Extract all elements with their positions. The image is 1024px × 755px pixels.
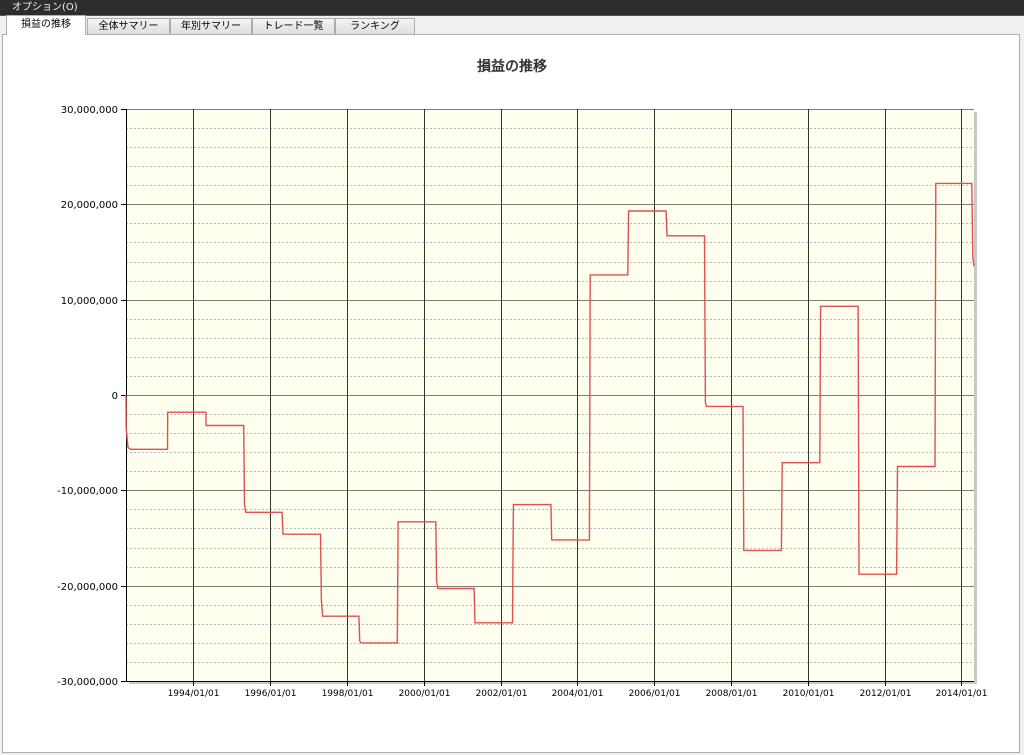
y-tick-label: 10,000,000 (61, 296, 118, 307)
x-tick-label: 2008/01/01 (706, 689, 758, 699)
x-tick-label: 1998/01/01 (322, 689, 374, 699)
y-tick-label: 30,000,000 (61, 105, 118, 116)
pnl-chart: 30,000,000 20,000,000 10,000,000 0 -10,000,0… (57, 105, 988, 699)
x-tick-label: 2012/01/01 (860, 689, 912, 699)
y-tick-label: -10,000,000 (57, 486, 118, 497)
x-tick-label: 2004/01/01 (552, 689, 604, 699)
x-tick-label: 2002/01/01 (476, 689, 528, 699)
tab-pnl-trend[interactable]: 損益の推移 (6, 15, 86, 35)
x-tick-label: 2006/01/01 (629, 689, 681, 699)
y-tick-label: -20,000,000 (57, 582, 118, 593)
y-tick-label: 20,000,000 (61, 200, 118, 211)
plot-area (126, 109, 974, 681)
x-tick-label: 1994/01/01 (168, 689, 220, 699)
x-tick-label: 2010/01/01 (783, 689, 835, 699)
x-tick-label: 2014/01/01 (936, 689, 988, 699)
y-tick-label: -30,000,000 (57, 677, 118, 688)
y-tick-label: 0 (112, 391, 118, 402)
x-tick-label: 2000/01/01 (399, 689, 451, 699)
x-tick-label: 1996/01/01 (245, 689, 297, 699)
